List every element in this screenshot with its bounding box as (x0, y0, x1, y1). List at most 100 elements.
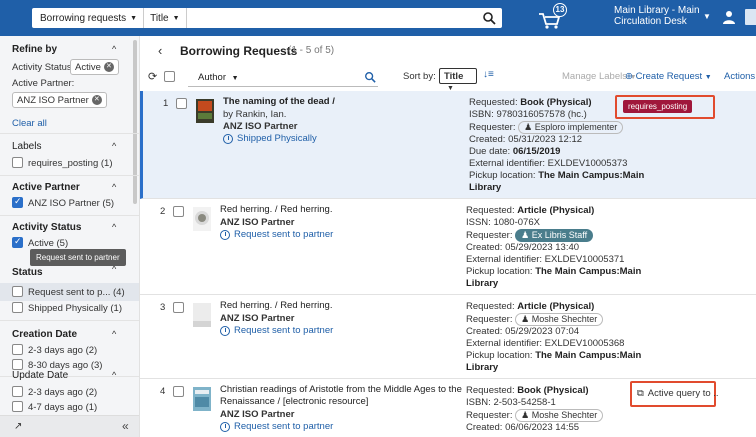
chevron-up-icon[interactable]: ^ (112, 141, 116, 151)
refresh-icon[interactable]: ⟳ (148, 70, 157, 83)
remove-filter-icon[interactable]: ✕ (103, 62, 114, 72)
external-id-line: External identifier: EXLDEV10005368 (466, 338, 625, 349)
location-line1: Main Library - Main (614, 5, 700, 16)
labels-facet-item[interactable]: requires_posting (1) (28, 158, 113, 169)
divider (0, 133, 139, 134)
activity-status-chip[interactable]: Active ✕ (70, 59, 119, 75)
row-checkbox[interactable] (173, 386, 184, 397)
status-label: Request sent to partner (234, 229, 334, 240)
chevron-up-icon[interactable]: ^ (112, 222, 116, 232)
sort-select[interactable]: Title ▼ (439, 68, 477, 92)
row-checkbox[interactable] (173, 206, 184, 217)
chevron-down-icon[interactable]: ▼ (703, 12, 711, 21)
current-location[interactable]: Main Library - Main Circulation Desk (614, 5, 700, 27)
create-request-button[interactable]: ⊕ Create Request ▼ (625, 71, 712, 82)
user-icon[interactable] (722, 10, 736, 24)
requested-label: Requested: (469, 97, 521, 108)
update-date-facet-checkbox[interactable] (12, 401, 23, 412)
active-query-indicator[interactable]: ⧉ Active query to .. (637, 388, 719, 399)
update-date-facet-item[interactable]: 4-7 days ago (1) (28, 402, 97, 413)
status-label: Request sent to partner (234, 421, 334, 432)
search-bar[interactable]: Borrowing requests ▼ Title ▼ (32, 8, 502, 28)
requester-chip[interactable]: ♟ Ex Libris Staff (515, 229, 594, 242)
active-partner-filter-label: Active Partner: (12, 78, 75, 89)
clock-icon (220, 325, 230, 336)
sort-direction-icon[interactable]: ↓≡ (483, 69, 494, 80)
status-facet-checkbox[interactable] (12, 286, 23, 297)
list-toolbar: ⟳ Author ▼ Sort by: Title ▼ ↓≡ Manage La… (140, 65, 756, 92)
status-facet-item[interactable]: Shipped Physically (1) (28, 303, 122, 314)
request-partner[interactable]: ANZ ISO Partner (220, 313, 294, 324)
status-facet-item[interactable]: Request sent to p... (4) (28, 287, 125, 298)
search-scope-label: Borrowing requests (40, 12, 127, 24)
creation-date-facet-checkbox[interactable] (12, 359, 23, 370)
create-request-label: Create Request (635, 71, 703, 82)
labels-facet-title: Labels (12, 141, 42, 152)
row-checkbox[interactable] (176, 98, 187, 109)
active-partner-facet-checkbox[interactable] (12, 196, 23, 208)
person-icon: ♟ (524, 122, 533, 132)
search-scope-select[interactable]: Borrowing requests ▼ (32, 8, 145, 28)
expand-icon[interactable]: ↗ (14, 421, 22, 432)
chevron-up-icon[interactable]: ^ (112, 182, 116, 192)
active-partner-chip[interactable]: ANZ ISO Partner ✕ (12, 92, 107, 108)
filter-field-select[interactable]: Author ▼ (198, 72, 239, 83)
list-search-input[interactable]: Author ▼ (188, 67, 378, 87)
clipboard-icon[interactable] (745, 9, 756, 25)
pickup-value: The Main Campus:Main (535, 350, 642, 361)
clock-icon (223, 133, 233, 144)
remove-filter-icon[interactable]: ✕ (91, 95, 102, 105)
location-line2: Circulation Desk (614, 16, 687, 27)
sidebar-scrollbar[interactable] (133, 40, 137, 204)
actions-button[interactable]: Actions ▼ (724, 71, 756, 82)
select-all-checkbox[interactable] (164, 71, 175, 82)
labels-facet-checkbox[interactable] (12, 157, 23, 168)
table-row[interactable]: 3 Red herring. / Red herring. ANZ ISO Pa… (140, 295, 756, 379)
activity-status-facet-checkbox[interactable] (12, 236, 23, 248)
table-row[interactable]: 4 Christian readings of Aristotle from t… (140, 379, 756, 437)
update-date-facet-checkbox[interactable] (12, 386, 23, 397)
creation-date-facet-checkbox[interactable] (12, 344, 23, 355)
status-facet-checkbox[interactable] (12, 302, 23, 313)
chip-label: ANZ ISO Partner (17, 94, 89, 106)
request-partner[interactable]: ANZ ISO Partner (220, 409, 294, 420)
request-title[interactable]: Red herring. / Red herring. (220, 300, 475, 312)
requester-chip[interactable]: ♟ Moshe Shechter (515, 313, 604, 326)
active-partner-facet-item[interactable]: ANZ ISO Partner (5) (28, 198, 114, 209)
chevron-down-icon: ▼ (704, 74, 712, 81)
requester-chip[interactable]: ♟ Moshe Shechter (515, 409, 604, 422)
request-title[interactable]: Red herring. / Red herring. (220, 204, 475, 216)
label-tag[interactable]: requires_posting (623, 100, 693, 113)
title-line1: Christian readings of Aristotle from the… (220, 384, 462, 395)
creation-date-facet-item[interactable]: 2-3 days ago (2) (28, 345, 97, 356)
clear-all-link[interactable]: Clear all (12, 118, 47, 129)
table-row[interactable]: 1 The naming of the dead / by Rankin, Ia… (140, 91, 756, 199)
activity-status-facet-item[interactable]: Active (5) (28, 238, 68, 249)
pickup-value-cont: Library (469, 182, 502, 193)
request-partner[interactable]: ANZ ISO Partner (220, 217, 294, 228)
request-partner[interactable]: ANZ ISO Partner (223, 121, 297, 132)
update-date-facet-item[interactable]: 2-3 days ago (2) (28, 387, 97, 398)
search-field-select[interactable]: Title ▼ (144, 8, 187, 28)
active-query-label: Active query to .. (647, 388, 719, 399)
row-checkbox[interactable] (173, 302, 184, 313)
search-field-label: Title (150, 12, 169, 24)
request-title[interactable]: The naming of the dead / (223, 96, 478, 108)
sort-value: Title (444, 71, 464, 82)
person-icon: ♟ (521, 314, 530, 324)
external-id-line: External identifier: EXLDEV10005371 (466, 254, 625, 265)
created-line: Created: 05/31/2023 12:12 (469, 134, 583, 145)
pickup-label: Pickup location: (469, 170, 539, 181)
row-number: 1 (163, 98, 169, 109)
table-row[interactable]: 2 Red herring. / Red herring. ANZ ISO Pa… (140, 199, 756, 295)
back-arrow-icon[interactable]: ‹ (158, 43, 162, 58)
chevron-up-icon[interactable]: ^ (112, 44, 116, 54)
row-number: 3 (160, 302, 166, 313)
chevron-up-icon[interactable]: ^ (112, 329, 116, 339)
chevron-up-icon[interactable]: ^ (112, 370, 116, 380)
collapse-sidebar-icon[interactable]: « (122, 419, 129, 433)
search-icon[interactable] (364, 71, 376, 86)
requester-chip[interactable]: ♟ Esploro implementer (518, 121, 624, 134)
search-icon[interactable] (482, 11, 496, 25)
request-title[interactable]: Christian readings of Aristotle from the… (220, 384, 475, 408)
